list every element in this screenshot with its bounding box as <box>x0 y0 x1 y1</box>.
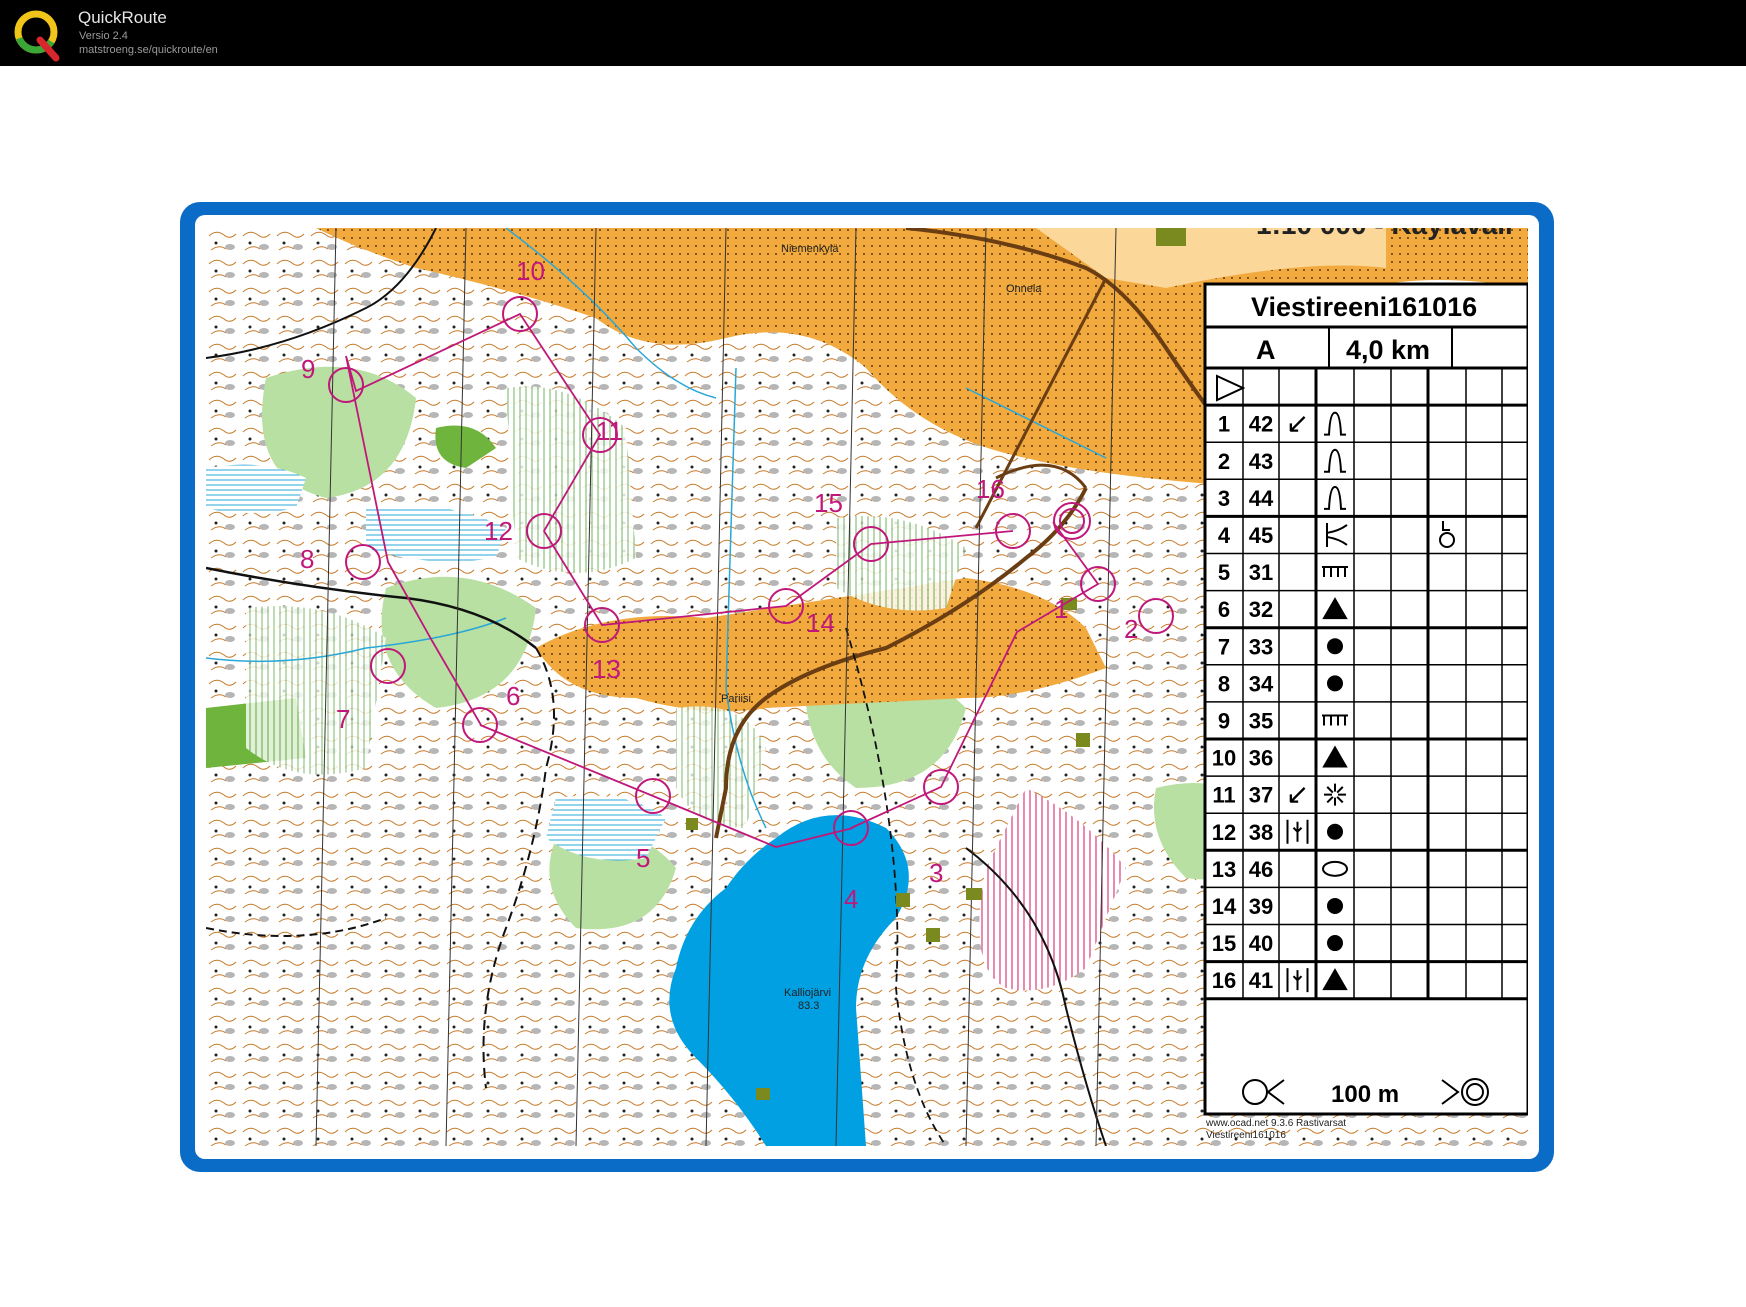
description-sheet: Viestireeni161016 A 4,0 km 1 42 ↙2 433 444 45… <box>1203 282 1528 1116</box>
control-number: 16 <box>1212 968 1236 993</box>
control-code: 45 <box>1249 523 1273 548</box>
place-name: Pariisi <box>721 693 751 705</box>
control-label: 10 <box>516 256 545 286</box>
control-number: 11 <box>1212 783 1235 808</box>
control-code: 33 <box>1249 634 1273 659</box>
control-number: 14 <box>1212 894 1237 919</box>
control-code: 41 <box>1249 968 1273 993</box>
control-label: 13 <box>592 654 621 684</box>
control-code: 46 <box>1249 857 1273 882</box>
event-name: Viestireeni161016 <box>1251 292 1477 322</box>
control-number: 15 <box>1212 931 1236 956</box>
control-number: 6 <box>1218 597 1230 622</box>
control-label: 3 <box>929 858 943 888</box>
control-label: 1 <box>1054 594 1068 624</box>
control-number: 2 <box>1218 449 1230 474</box>
place-name: Niemenkylä <box>781 243 839 255</box>
control-code: 32 <box>1249 597 1273 622</box>
control-code: 40 <box>1249 931 1273 956</box>
control-label: 9 <box>301 354 315 384</box>
control-number: 3 <box>1218 486 1230 511</box>
finish-distance: 100 m <box>1331 1081 1399 1108</box>
direction-icon: ↙ <box>1286 408 1309 439</box>
orienteering-map[interactable]: Niemenkylä Onnela Pariisi Kalliojärvi 83… <box>206 228 1528 1146</box>
dot-icon <box>1327 823 1343 840</box>
control-label: 15 <box>814 488 843 518</box>
control-label: 16 <box>976 474 1005 504</box>
control-label: 4 <box>844 884 858 914</box>
control-label: 12 <box>484 516 513 546</box>
title-bar: QuickRoute Versio 2.4 matstroeng.se/quic… <box>0 0 1746 66</box>
map-header-partial: 1:10 000 - Käylävall <box>1256 228 1513 240</box>
place-name: Onnela <box>1006 283 1042 295</box>
app-version: Versio 2.4 <box>79 30 128 42</box>
dot-icon <box>1327 638 1343 655</box>
map-credits: www.ocad.net 9.3.6 Rastivarsat <box>1205 1118 1346 1129</box>
control-label: 8 <box>300 544 314 574</box>
control-code: 43 <box>1249 449 1273 474</box>
direction-icon: ↙ <box>1286 779 1309 810</box>
undergrowth <box>246 606 386 775</box>
quickroute-logo-icon <box>14 10 60 62</box>
course-name: A <box>1256 335 1276 365</box>
control-number: 4 <box>1218 523 1231 548</box>
control-code: 44 <box>1249 486 1274 511</box>
dot-icon <box>1327 935 1343 952</box>
control-label: 2 <box>1124 614 1138 644</box>
control-number: 8 <box>1218 671 1230 696</box>
control-label: 7 <box>336 704 350 734</box>
map-credits: Viestireeni161016 <box>1206 1130 1286 1141</box>
dot-icon <box>1327 675 1343 692</box>
control-code: 35 <box>1249 708 1273 733</box>
control-code: 31 <box>1249 560 1273 585</box>
control-number: 7 <box>1218 634 1230 659</box>
control-number: 13 <box>1212 857 1236 882</box>
control-code: 36 <box>1249 746 1273 771</box>
control-label: 6 <box>506 681 520 711</box>
course-length: 4,0 km <box>1346 335 1430 365</box>
app-url[interactable]: matstroeng.se/quickroute/en <box>79 44 218 56</box>
control-label: 5 <box>636 843 650 873</box>
marsh <box>206 464 306 513</box>
dot-icon <box>1327 897 1343 914</box>
control-number: 10 <box>1212 746 1236 771</box>
control-number: 12 <box>1212 820 1236 845</box>
place-name: Kalliojärvi <box>784 987 831 999</box>
control-label: 11 <box>596 416 623 446</box>
control-code: 39 <box>1249 894 1273 919</box>
control-code: 42 <box>1249 412 1273 437</box>
control-number: 1 <box>1218 412 1230 437</box>
control-code: 34 <box>1249 671 1274 696</box>
control-label: 14 <box>806 608 835 638</box>
control-code: 38 <box>1249 820 1273 845</box>
control-code: 37 <box>1249 783 1273 808</box>
place-name: 83.3 <box>798 1000 819 1012</box>
control-number: 5 <box>1218 560 1230 585</box>
control-number: 9 <box>1218 708 1230 733</box>
app-title: QuickRoute <box>78 8 167 27</box>
